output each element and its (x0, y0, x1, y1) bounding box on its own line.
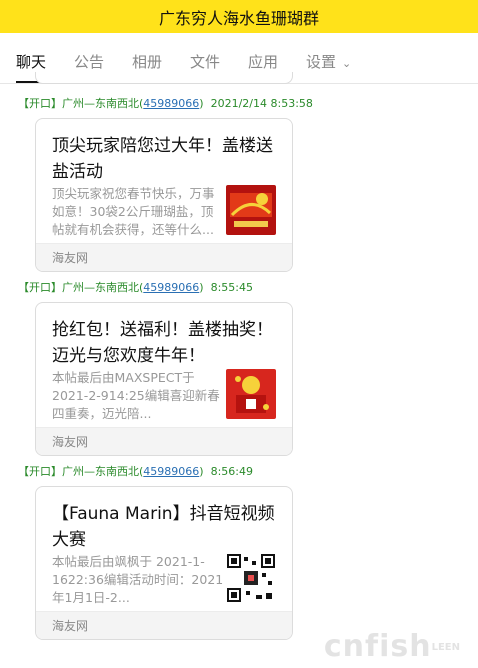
sender-name: 广州—东南西北 (62, 465, 139, 478)
message-meta: 【开口】广州—东南西北(45989066) 8:55:45 (18, 279, 253, 295)
message-time: 8:55:45 (210, 281, 253, 294)
card-title: 抢红包！送福利！盖楼抽奖！迈光与您欢度牛年！ (52, 320, 273, 366)
message-time: 8:56:49 (210, 465, 253, 478)
tab-settings-label: 设置 (306, 53, 337, 71)
qr-code-icon (226, 553, 276, 603)
message-tag: 【开口】 (18, 97, 62, 110)
share-card[interactable]: 【Fauna Marin】抖音短视频大赛 本帖最后由飒枫于 2021-1-162… (35, 486, 293, 640)
paren-close: ) (199, 465, 204, 478)
card-title: 顶尖玩家陪您过大年！盖楼送盐活动 (52, 136, 273, 182)
chevron-down-icon: ⌄ (342, 57, 352, 70)
share-card[interactable]: 抢红包！送福利！盖楼抽奖！迈光与您欢度牛年！ 本帖最后由MAXSPECT于 20… (35, 302, 293, 456)
watermark-suffix: LEEN (431, 642, 460, 653)
sender-qq-link[interactable]: 45989066 (143, 465, 199, 478)
card-description: 本帖最后由飒枫于 2021-1-1622:36编辑活动时间：2021年1月1日-… (52, 554, 224, 605)
tab-settings[interactable]: 设置 ⌄ (306, 51, 351, 81)
card-description: 本帖最后由MAXSPECT于 2021-2-914:25编辑喜迎新春四重奏，迈光… (52, 370, 220, 421)
message-time: 2021/2/14 8:53:58 (210, 97, 313, 110)
message-meta: 【开口】广州—东南西北(45989066) 2021/2/14 8:53:58 (18, 95, 313, 111)
sender-name: 广州—东南西北 (62, 281, 139, 294)
sender-qq-link[interactable]: 45989066 (143, 281, 199, 294)
previous-card-edge (35, 72, 293, 84)
group-title-bar: 广东穷人海水鱼珊瑚群 (0, 0, 478, 33)
group-title: 广东穷人海水鱼珊瑚群 (158, 8, 319, 28)
red-new-year-icon (226, 185, 276, 235)
message-meta: 【开口】广州—东南西北(45989066) 8:56:49 (18, 463, 253, 479)
sender-name: 广州—东南西北 (62, 97, 139, 110)
card-title: 【Fauna Marin】抖音短视频大赛 (52, 504, 275, 550)
paren-close: ) (199, 97, 204, 110)
watermark-brand: cnfish (323, 629, 432, 664)
card-source: 海友网 (36, 611, 292, 639)
message-tag: 【开口】 (18, 465, 62, 478)
paren-close: ) (199, 281, 204, 294)
card-description: 顶尖玩家祝您春节快乐，万事如意！30袋2公斤珊瑚盐，顶帖就有机会获得，还等什么.… (52, 186, 215, 237)
sender-qq-link[interactable]: 45989066 (143, 97, 199, 110)
card-source: 海友网 (36, 427, 292, 455)
red-envelope-icon (226, 369, 276, 419)
share-card[interactable]: 顶尖玩家陪您过大年！盖楼送盐活动 顶尖玩家祝您春节快乐，万事如意！30袋2公斤珊… (35, 118, 293, 272)
card-source: 海友网 (36, 243, 292, 271)
site-watermark: cnfishLEEN (324, 629, 460, 664)
message-tag: 【开口】 (18, 281, 62, 294)
